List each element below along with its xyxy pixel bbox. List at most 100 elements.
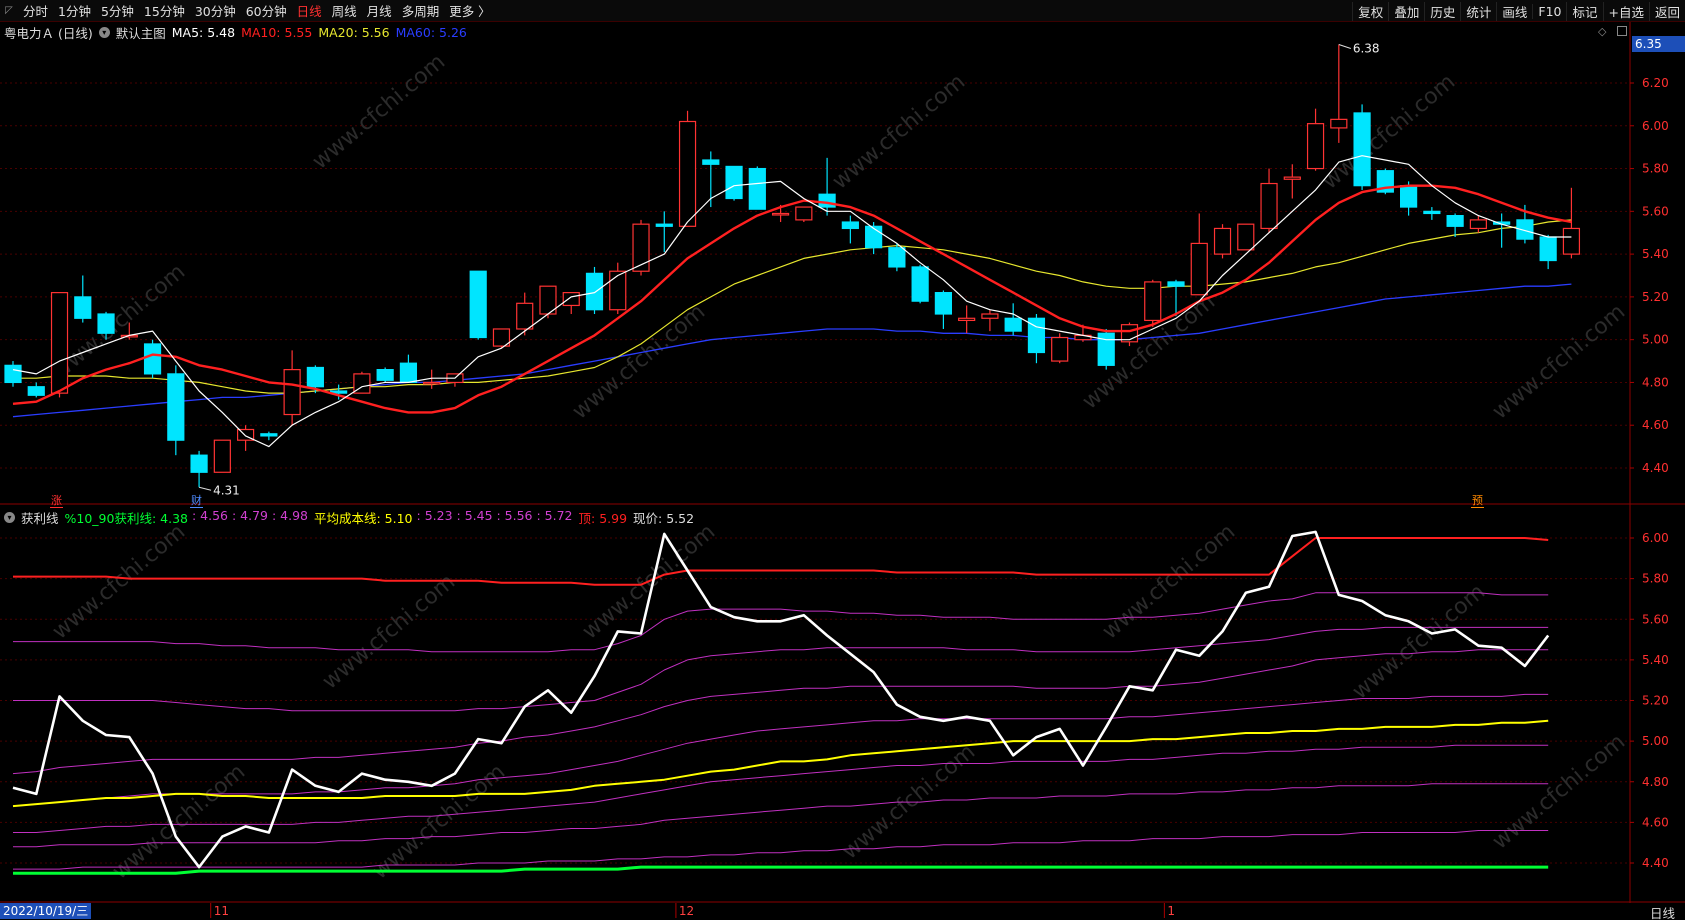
candle-body (1167, 281, 1185, 287)
candle-body (213, 439, 231, 473)
avg-cost-value: 平均成本线: 5.10 (313, 510, 413, 526)
diamond-icon[interactable]: ◇ (1598, 25, 1606, 38)
toolbar-action-button[interactable]: F10 (1532, 3, 1566, 19)
period-tab[interactable]: 60分钟 (241, 1, 292, 20)
event-mark[interactable]: 财 (190, 494, 203, 508)
period-tab[interactable]: 日线 (292, 1, 327, 20)
candle-body (27, 386, 45, 396)
candle-body (143, 343, 162, 375)
indicator-title: ▾ 获利线 %10_90获利线: 4.38 : 4.56 : 4.79 : 4.… (4, 508, 694, 526)
candle-body (725, 165, 743, 200)
period-tab[interactable]: 30分钟 (190, 1, 241, 20)
avg-band-values: : 5.23 : 5.45 : 5.56 : 5.72 (416, 507, 573, 523)
candle-body (1469, 219, 1487, 230)
high-label: 6.38 (1353, 42, 1380, 56)
period-tab[interactable]: 15分钟 (139, 1, 190, 20)
profit-line (13, 865, 1549, 875)
candle-body (167, 373, 185, 441)
period-tab[interactable]: 分时 (18, 1, 53, 20)
candle-body (678, 120, 697, 227)
toolbar-action-button[interactable]: +自选 (1602, 1, 1649, 21)
chart-settings-icon[interactable]: ▾ (98, 26, 110, 38)
candle-body (306, 366, 324, 388)
ind-tick-label: 4.80 (1642, 775, 1669, 789)
period-tab[interactable]: 周线 (327, 1, 362, 20)
candle-body (1213, 227, 1232, 255)
indicator-name[interactable]: 获利线 (21, 508, 59, 527)
ind-tick-label: 5.80 (1642, 572, 1669, 586)
candle-body (376, 369, 394, 381)
toolbar-action-button[interactable]: 标记 (1566, 1, 1602, 21)
candle-body (748, 167, 766, 210)
toolbar-action-button[interactable]: 复权 (1352, 1, 1388, 21)
ind-tick-label: 4.60 (1642, 815, 1669, 829)
current-price-tag: 6.35 (1632, 36, 1685, 52)
main-tick-label: 4.80 (1642, 375, 1669, 389)
toolbar-action-button[interactable]: 历史 (1424, 1, 1460, 21)
window-box-icon[interactable] (1617, 26, 1627, 36)
ind-tick-label: 5.40 (1642, 653, 1669, 667)
chart-name[interactable]: 默认主图 (116, 23, 166, 42)
main-tick-label: 5.60 (1642, 204, 1669, 218)
toolbar-handle-icon[interactable]: ◸ (0, 0, 18, 22)
candle-body (1330, 118, 1348, 129)
month-label: 12 (679, 904, 694, 918)
period-tab[interactable]: 多周期 (397, 1, 445, 20)
candle-body (1260, 182, 1278, 230)
candle-body (911, 266, 929, 302)
ind-tick-label: 6.00 (1642, 531, 1669, 545)
candle-body (795, 206, 813, 221)
candle-body (1283, 176, 1301, 180)
candle-body (1353, 112, 1371, 187)
main-chart-title: 粤电力Ａ (日线) ▾ 默认主图 MA5: 5.48 MA10: 5.55 MA… (4, 23, 467, 41)
profit-band-line (13, 783, 1549, 848)
candle-body (423, 381, 441, 385)
profit-band-values: : 4.56 : 4.79 : 4.98 (191, 507, 308, 523)
candle-body (283, 369, 301, 416)
watermark-text: www.cfchi.com (48, 519, 190, 644)
ma5-value: MA5: 5.48 (171, 24, 236, 40)
toolbar-action-button[interactable]: 画线 (1496, 1, 1532, 21)
period-tab[interactable]: 1分钟 (53, 1, 96, 20)
toolbar-action-button[interactable]: 叠加 (1388, 1, 1424, 21)
ind-tick-label: 4.40 (1642, 856, 1669, 870)
candle-body (585, 272, 604, 311)
watermark-text: www.cfchi.com (1488, 729, 1630, 854)
stock-chart[interactable]: 6.20 6.00 5.80 5.60 5.40 5.20 5.00 4.80 4.60 4.40… (0, 22, 1685, 920)
candle-body (1237, 223, 1255, 251)
main-tick-label: 5.20 (1642, 290, 1669, 304)
candle-body (981, 313, 999, 319)
ind-tick-label: 5.60 (1642, 612, 1669, 626)
low-pointer (198, 486, 212, 491)
main-tick-label: 6.00 (1642, 119, 1669, 133)
profit-band-line (13, 744, 1549, 833)
ma10-value: MA10: 5.55 (241, 24, 313, 40)
period-tab[interactable]: 更多 〉 (444, 1, 495, 20)
month-label: 1 (1167, 904, 1175, 918)
period-tab[interactable]: 月线 (362, 1, 397, 20)
profit-band-line (13, 626, 1549, 712)
ma10-line (12, 184, 1572, 414)
candle-body (74, 296, 92, 319)
candle-body (50, 292, 69, 394)
event-mark[interactable]: 涨 (50, 494, 63, 508)
period-label[interactable]: 日线 (1650, 903, 1675, 920)
candle-body (469, 270, 487, 339)
main-tick-label: 6.20 (1642, 76, 1669, 90)
profit-band-line (12, 649, 1549, 775)
event-mark[interactable]: 预 (1471, 494, 1484, 508)
candle-body (841, 221, 859, 230)
toolbar-action-button[interactable]: 返回 (1648, 1, 1685, 21)
ind-tick-label: 5.20 (1642, 694, 1669, 708)
indicator-settings-icon[interactable]: ▾ (4, 511, 15, 523)
candle-body (1004, 317, 1022, 332)
candle-body (562, 292, 580, 307)
candle-body (97, 313, 115, 334)
cursor-date: 2022/10/19/三 (0, 903, 92, 919)
toolbar-action-button[interactable]: 统计 (1460, 1, 1496, 21)
period-tab[interactable]: 5分钟 (96, 1, 139, 20)
toolbar-right-actions: 复权 叠加 历史 统计 画线 F10 标记 +自选 返回 (1352, 0, 1685, 22)
profit-line-value: %10_90获利线: 4.38 (64, 510, 188, 526)
candle-body (771, 212, 790, 216)
watermark-text: www.cfchi.com (1488, 299, 1630, 424)
